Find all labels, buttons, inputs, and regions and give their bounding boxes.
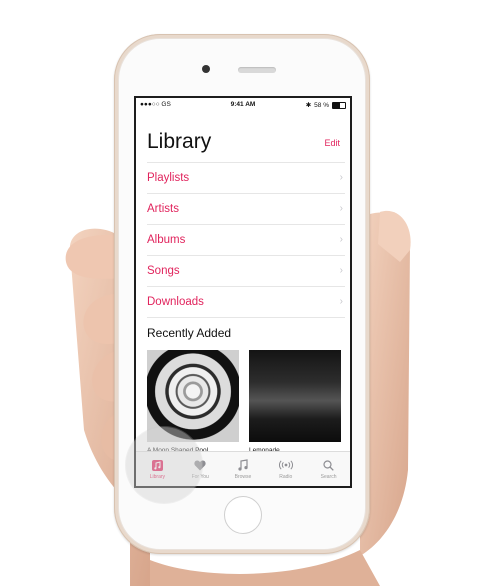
menu-item-albums[interactable]: Albums › [147,224,345,255]
tab-radio[interactable]: Radio [264,452,307,486]
bluetooth-icon: ✱ [305,102,312,109]
music-note-icon [235,458,251,472]
battery-percent: 58 % [314,101,329,109]
tab-label: For You [191,474,209,480]
menu-item-label: Downloads [147,296,204,308]
menu-item-artists[interactable]: Artists › [147,193,345,224]
menu-item-label: Songs [147,265,180,277]
tab-label: Library [149,474,166,480]
radio-waves-icon [278,458,294,472]
tab-browse[interactable]: Browse [222,452,265,486]
status-right: ✱ 58 % [306,101,346,109]
status-bar: ●●●○○ GS 9:41 AM ✱ 58 % [136,98,350,112]
album-cover-image [147,350,239,442]
tab-label: Radio [279,474,293,480]
edit-button[interactable]: Edit [324,138,340,148]
heart-icon [192,458,208,472]
menu-item-songs[interactable]: Songs › [147,255,345,286]
menu-item-playlists[interactable]: Playlists › [147,162,345,193]
chevron-right-icon: › [339,203,343,214]
menu-item-downloads[interactable]: Downloads › [147,286,345,318]
library-header: Library Edit [147,128,340,158]
tab-bar: Library For You Browse Radio Search [136,451,350,486]
music-note-square-icon [149,458,165,472]
tab-search[interactable]: Search [307,452,350,486]
chevron-right-icon: › [339,265,343,276]
earpiece [238,67,276,73]
chevron-right-icon: › [339,172,343,183]
menu-item-label: Albums [147,234,186,246]
menu-item-label: Artists [147,203,179,215]
tab-label: Search [320,474,337,480]
tab-library[interactable]: Library [136,452,179,486]
menu-item-label: Playlists [147,172,190,184]
tab-label: Browse [234,474,252,480]
recently-added-title: Recently Added [147,326,232,340]
album-card[interactable]: Lemonade [249,350,341,454]
front-camera-icon [202,65,210,73]
tab-for-you[interactable]: For You [179,452,222,486]
chevron-right-icon: › [339,234,343,245]
phone-screen: ●●●○○ GS 9:41 AM ✱ 58 % Library Edit Pla… [134,96,352,488]
library-menu: Playlists › Artists › Albums › Songs › D… [147,162,345,318]
home-button[interactable] [224,496,262,534]
chevron-right-icon: › [339,296,343,307]
album-card[interactable]: A Moon Shaped Pool [147,350,239,454]
page-title: Library [147,130,212,153]
search-icon [321,458,337,472]
album-cover-image [249,350,341,442]
battery-icon [332,101,346,109]
